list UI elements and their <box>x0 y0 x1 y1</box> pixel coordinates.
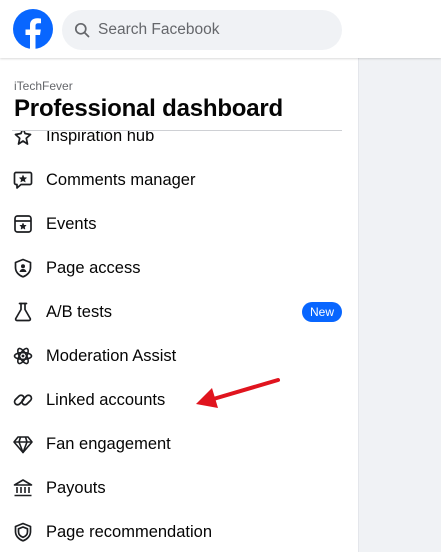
menu-list: Inspiration hub Comments manager Events <box>0 131 358 552</box>
search-input[interactable] <box>98 21 318 39</box>
diamond-icon <box>12 433 34 455</box>
sidebar-item-label: Page recommendation <box>46 522 213 541</box>
link-icon <box>12 389 34 411</box>
bank-icon <box>12 477 34 499</box>
sidebar-item-label: Page access <box>46 258 141 277</box>
sidebar-item-page-access[interactable]: Page access <box>0 246 358 290</box>
sidebar-item-moderation-assist[interactable]: Moderation Assist <box>0 334 358 378</box>
sidebar-item-events[interactable]: Events <box>0 202 358 246</box>
main-content-area <box>359 58 441 552</box>
red-annotation-arrow <box>196 378 280 408</box>
sidebar-item-label: A/B tests <box>46 302 113 321</box>
sidebar-item-comments-manager[interactable]: Comments manager <box>0 158 358 202</box>
page-name: iTechFever <box>14 79 73 93</box>
sidebar-item-fan-engagement[interactable]: Fan engagement <box>0 422 358 466</box>
sidebar-item-label: Moderation Assist <box>46 346 177 365</box>
sidebar-item-label: Inspiration hub <box>46 131 155 145</box>
sidebar-item-inspiration-hub[interactable]: Inspiration hub <box>0 131 358 158</box>
shield-check-icon <box>12 521 34 543</box>
sidebar-item-label: Fan engagement <box>46 434 171 453</box>
new-badge: New <box>302 302 342 322</box>
sidebar-item-label: Linked accounts <box>46 390 166 409</box>
top-bar <box>0 0 441 58</box>
facebook-logo[interactable] <box>13 9 53 49</box>
sidebar-item-ab-tests[interactable]: A/B tests New <box>0 290 358 334</box>
atom-icon <box>12 345 34 367</box>
dashboard-sidebar: iTechFever Professional dashboard Inspir… <box>0 58 359 552</box>
sidebar-item-label: Payouts <box>46 478 106 497</box>
sidebar-item-page-recommendation[interactable]: Page recommendation <box>0 510 358 552</box>
sidebar-item-linked-accounts[interactable]: Linked accounts <box>0 378 358 422</box>
shield-person-icon <box>12 257 34 279</box>
flask-icon <box>12 301 34 323</box>
search-icon <box>74 22 90 38</box>
page-title: Professional dashboard <box>14 95 283 122</box>
sidebar-item-payouts[interactable]: Payouts <box>0 466 358 510</box>
calendar-star-icon <box>12 213 34 235</box>
sparkle-icon <box>12 131 34 147</box>
search-bar[interactable] <box>62 10 342 50</box>
sidebar-item-label: Comments manager <box>46 170 196 189</box>
header-divider <box>12 130 342 131</box>
sidebar-item-label: Events <box>46 214 97 233</box>
comment-star-icon <box>12 169 34 191</box>
